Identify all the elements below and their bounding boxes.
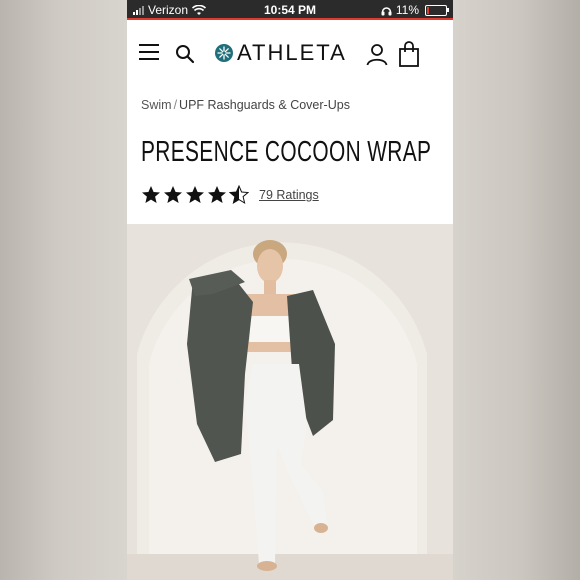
brand-name: ATHLETA bbox=[237, 40, 347, 65]
star-full-icon bbox=[208, 186, 226, 203]
product-photo bbox=[127, 224, 453, 580]
star-full-icon bbox=[186, 186, 204, 203]
star-half-icon bbox=[229, 185, 249, 205]
brand-logo[interactable]: ATHLETA bbox=[215, 40, 347, 66]
breadcrumb-parent-link[interactable]: Swim bbox=[141, 98, 172, 112]
status-bar: Verizon 10:54 PM 11% bbox=[127, 0, 453, 20]
menu-icon[interactable] bbox=[139, 44, 159, 60]
star-full-icon bbox=[142, 186, 160, 203]
breadcrumb-separator: / bbox=[173, 98, 178, 112]
breadcrumb-current-link[interactable]: UPF Rashguards & Cover-Ups bbox=[179, 98, 350, 112]
product-image[interactable] bbox=[127, 224, 453, 580]
battery-percent: 11% bbox=[395, 3, 419, 17]
product-rating: 79 Ratings bbox=[141, 185, 319, 205]
product-title: PRESENCE COCOON WRAP bbox=[141, 136, 432, 168]
rating-stars bbox=[141, 185, 249, 205]
search-icon[interactable] bbox=[175, 44, 195, 64]
ratings-count-link[interactable]: 79 Ratings bbox=[259, 188, 319, 202]
status-right: 11% bbox=[381, 3, 449, 17]
bag-icon[interactable] bbox=[398, 41, 420, 67]
site-header: ATHLETA bbox=[127, 28, 453, 80]
status-accent-line bbox=[127, 18, 453, 20]
breadcrumb: Swim / UPF Rashguards & Cover-Ups bbox=[141, 98, 350, 112]
logo-mark-icon bbox=[215, 44, 233, 62]
headphones-icon bbox=[381, 6, 392, 15]
phone-screen: Verizon 10:54 PM 11% ATHLETA Swim / UPF … bbox=[127, 0, 453, 580]
star-full-icon bbox=[164, 186, 182, 203]
account-icon[interactable] bbox=[365, 42, 389, 66]
battery-icon bbox=[425, 4, 449, 16]
